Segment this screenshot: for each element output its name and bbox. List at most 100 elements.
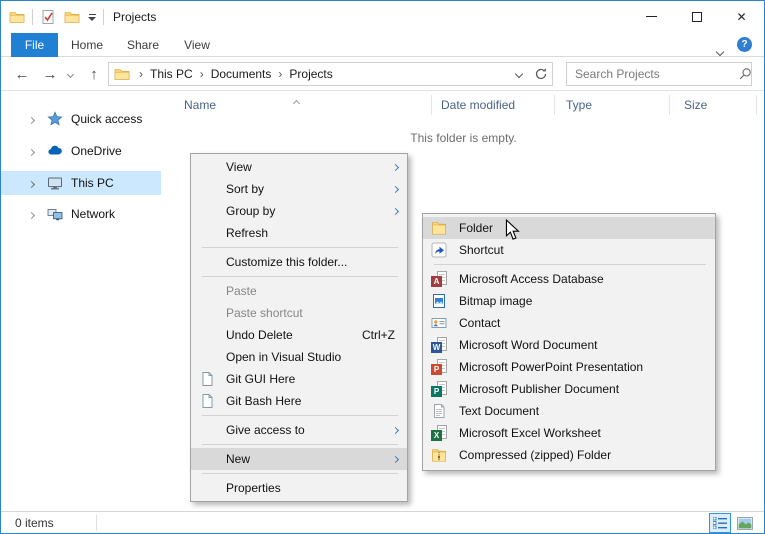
folder-icon: [431, 220, 447, 236]
menu-item-paste-shortcut: Paste shortcut: [191, 302, 407, 324]
large-icons-view-button[interactable]: [734, 513, 756, 533]
column-divider[interactable]: [669, 95, 670, 115]
sidebar-item-network[interactable]: Network: [1, 202, 161, 226]
powerpoint-icon: P: [431, 359, 447, 375]
git-file-icon: [198, 393, 215, 409]
titlebar-separator: [103, 9, 104, 25]
address-dropdown-icon[interactable]: [508, 63, 530, 85]
zipped-folder-icon: [431, 447, 447, 463]
shortcut-icon: [431, 242, 447, 258]
contact-card-icon: [431, 315, 447, 331]
column-divider[interactable]: [756, 95, 757, 115]
column-header-size[interactable]: Size: [684, 93, 707, 117]
submenu-arrow-icon: [393, 209, 407, 214]
qat-dropdown-icon[interactable]: [88, 14, 96, 21]
submenu-item-publisher-document[interactable]: P Microsoft Publisher Document: [423, 378, 715, 400]
submenu-arrow-icon: [393, 187, 407, 192]
menu-item-git-bash-here[interactable]: Git Bash Here: [191, 390, 407, 412]
sidebar-item-quick-access[interactable]: Quick access: [1, 107, 161, 131]
menu-item-open-in-visual-studio[interactable]: Open in Visual Studio: [191, 346, 407, 368]
tab-file[interactable]: File: [11, 33, 58, 57]
menu-separator: [202, 415, 398, 416]
menu-item-undo-delete[interactable]: Undo Delete Ctrl+Z: [191, 324, 407, 346]
expand-chevron-icon[interactable]: [29, 176, 34, 190]
window-title: Projects: [113, 10, 156, 24]
shortcut-key: Ctrl+Z: [362, 328, 407, 342]
navigation-pane: Quick access OneDrive This PC: [1, 91, 161, 511]
column-divider[interactable]: [554, 95, 555, 115]
submenu-item-compressed-folder[interactable]: Compressed (zipped) Folder: [423, 444, 715, 466]
submenu-item-contact[interactable]: Contact: [423, 312, 715, 334]
minimize-icon: [646, 16, 657, 17]
expand-chevron-icon[interactable]: [29, 144, 34, 158]
qat-new-folder-icon[interactable]: [64, 9, 80, 25]
titlebar: Projects ✕: [1, 1, 764, 33]
refresh-icon[interactable]: [530, 63, 552, 85]
tab-share[interactable]: Share: [115, 33, 171, 57]
empty-folder-message: This folder is empty.: [161, 131, 765, 145]
tab-home[interactable]: Home: [59, 33, 115, 57]
recent-locations-icon[interactable]: [63, 58, 77, 91]
menu-separator: [202, 444, 398, 445]
search-icon[interactable]: [738, 63, 752, 85]
menu-item-give-access-to[interactable]: Give access to: [191, 419, 407, 441]
sidebar-item-this-pc[interactable]: This PC: [1, 171, 161, 195]
tab-view[interactable]: View: [171, 33, 223, 57]
submenu-item-bitmap-image[interactable]: Bitmap image: [423, 290, 715, 312]
new-submenu: Folder Shortcut A Microsoft Access Datab…: [422, 213, 716, 471]
address-bar[interactable]: › This PC › Documents › Projects: [108, 62, 553, 86]
close-icon: ✕: [736, 10, 746, 24]
text-document-icon: [431, 403, 447, 419]
column-header-type[interactable]: Type: [566, 93, 592, 117]
onedrive-cloud-icon: [47, 143, 63, 159]
menu-item-new[interactable]: New: [191, 448, 407, 470]
menu-item-group-by[interactable]: Group by: [191, 200, 407, 222]
search-box: [566, 62, 752, 86]
qat-properties-icon[interactable]: [40, 9, 56, 25]
column-header-date-modified[interactable]: Date modified: [441, 93, 515, 117]
breadcrumb-documents[interactable]: Documents: [209, 67, 274, 81]
submenu-item-text-document[interactable]: Text Document: [423, 400, 715, 422]
expand-chevron-icon[interactable]: [29, 112, 34, 126]
context-menu: View Sort by Group by Refresh Customize …: [190, 153, 408, 502]
menu-item-sort-by[interactable]: Sort by: [191, 178, 407, 200]
menu-item-refresh[interactable]: Refresh: [191, 222, 407, 244]
submenu-item-excel-worksheet[interactable]: X Microsoft Excel Worksheet: [423, 422, 715, 444]
submenu-item-powerpoint-presentation[interactable]: P Microsoft PowerPoint Presentation: [423, 356, 715, 378]
menu-item-customize-this-folder[interactable]: Customize this folder...: [191, 251, 407, 273]
status-bar: 0 items: [1, 511, 764, 534]
maximize-icon: [692, 12, 702, 22]
column-header-name[interactable]: Name: [184, 93, 216, 117]
breadcrumb-projects[interactable]: Projects: [287, 67, 334, 81]
item-count: 0 items: [15, 516, 54, 530]
back-button[interactable]: ←: [11, 58, 33, 91]
details-view-button[interactable]: [709, 513, 731, 533]
menu-item-git-gui-here[interactable]: Git GUI Here: [191, 368, 407, 390]
breadcrumb-this-pc[interactable]: This PC: [148, 67, 195, 81]
titlebar-separator: [32, 9, 33, 25]
mouse-cursor: [505, 219, 520, 246]
search-input[interactable]: [567, 67, 738, 81]
menu-item-properties[interactable]: Properties: [191, 477, 407, 499]
help-icon[interactable]: ?: [737, 37, 752, 52]
menu-separator: [202, 247, 398, 248]
close-button[interactable]: ✕: [719, 1, 764, 32]
sidebar-item-onedrive[interactable]: OneDrive: [1, 139, 161, 163]
status-divider: [96, 515, 97, 531]
submenu-item-shortcut[interactable]: Shortcut: [423, 239, 715, 261]
up-button[interactable]: ↑: [83, 58, 105, 91]
column-divider[interactable]: [431, 95, 432, 115]
submenu-item-access-database[interactable]: A Microsoft Access Database: [423, 268, 715, 290]
this-pc-monitor-icon: [47, 175, 63, 191]
submenu-item-word-document[interactable]: W Microsoft Word Document: [423, 334, 715, 356]
breadcrumb-separator-icon: ›: [195, 67, 209, 81]
expand-chevron-icon[interactable]: [29, 207, 34, 221]
menu-separator: [202, 473, 398, 474]
forward-button[interactable]: →: [39, 58, 61, 91]
maximize-button[interactable]: [674, 1, 719, 32]
address-folder-icon: [114, 66, 130, 82]
minimize-button[interactable]: [629, 1, 674, 32]
submenu-item-folder[interactable]: Folder: [423, 217, 715, 239]
git-file-icon: [198, 371, 215, 387]
menu-item-view[interactable]: View: [191, 156, 407, 178]
